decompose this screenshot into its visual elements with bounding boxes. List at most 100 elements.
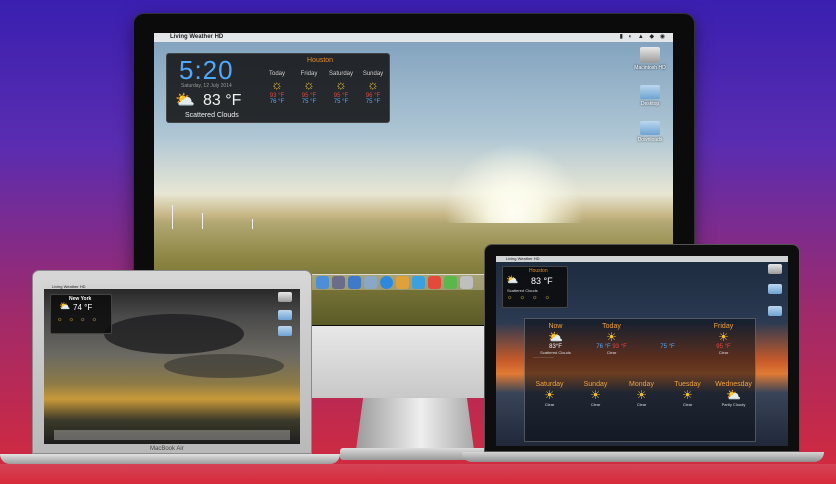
- system-preferences-icon[interactable]: [460, 276, 473, 289]
- wind-turbine: [202, 213, 203, 229]
- city-name[interactable]: Houston: [529, 268, 548, 274]
- menu-bar: Living Weather HD: [496, 256, 788, 262]
- cell-day-name: Tuesday: [674, 381, 701, 388]
- messages-icon[interactable]: [412, 276, 425, 289]
- hard-drive-icon[interactable]: [768, 264, 782, 274]
- current-temp: 74 °F: [73, 303, 93, 312]
- menubar-app-name[interactable]: Living Weather HD: [506, 256, 540, 261]
- cell-day-name: Monday: [629, 381, 654, 388]
- sun-icon: ☀: [636, 388, 647, 402]
- wind-turbine: [172, 205, 173, 229]
- folder-icon[interactable]: [640, 121, 660, 135]
- day-low: 75 °F: [333, 99, 349, 105]
- sun-icon: ☀: [718, 330, 729, 344]
- sun-icon: ☀: [606, 330, 617, 344]
- forecast-panel[interactable]: Now ⛅ 83°F Scattered Clouds ——————— Toda…: [524, 318, 756, 442]
- forecast-day: Today ☼ 93 °F 76 °F: [262, 71, 292, 105]
- forecast-day: Saturday ☼ 95 °F 75 °F: [326, 71, 356, 105]
- macbook-pro-base: [462, 452, 824, 462]
- menubar-app-name[interactable]: Living Weather HD: [170, 34, 223, 40]
- cell-details: ———————: [533, 355, 554, 359]
- current-condition: Scattered Clouds: [185, 112, 239, 119]
- macbook-air-base: [0, 454, 340, 464]
- forecast-cell[interactable]: Monday ☀ Clear: [619, 381, 664, 407]
- forecast-cell[interactable]: Today ☀ 76 °F 93 °F Clear: [589, 323, 634, 355]
- sun-icon: ☀: [682, 388, 693, 402]
- forecast-cell[interactable]: Sunday ☀ Clear: [573, 381, 618, 407]
- facetime-icon[interactable]: [444, 276, 457, 289]
- sun-icon: ☀: [544, 388, 555, 402]
- cell-condition: Clear: [682, 402, 693, 407]
- clock-time: 5:20: [179, 55, 234, 85]
- cell-day-name: Now: [548, 323, 563, 330]
- mission-control-icon[interactable]: [348, 276, 361, 289]
- forecast-cell[interactable]: Saturday ☀ Clear: [527, 381, 572, 407]
- hard-drive-icon[interactable]: [278, 292, 292, 302]
- cell-condition: Clear: [606, 350, 617, 355]
- partly-cloudy-icon: ⛅: [506, 275, 519, 286]
- forecast-day: Friday ☼ 95 °F 75 °F: [294, 71, 324, 105]
- weather-widget[interactable]: Houston ⛅ 83 °F Scattered Clouds ☼☼☼☼: [502, 266, 568, 308]
- partly-cloudy-icon: ⛅: [726, 388, 741, 402]
- cell-condition: Clear: [544, 402, 555, 407]
- folder-icon[interactable]: [278, 310, 292, 320]
- sun-icon: ☼: [271, 77, 283, 92]
- desktop-item-label: Downloads: [637, 137, 663, 143]
- macbook-air-dock: [54, 430, 290, 440]
- partly-cloudy-icon: ⛅: [59, 301, 71, 311]
- day-low: 75 °F: [365, 99, 381, 105]
- clock-date: Saturday, 12 July 2014: [181, 83, 232, 89]
- city-name[interactable]: New York: [69, 296, 91, 302]
- current-temp: 83 °F: [203, 92, 242, 109]
- partly-cloudy-icon: ⛅: [548, 330, 563, 344]
- imac-dock: [312, 274, 502, 290]
- cell-day-name: Today: [602, 323, 621, 330]
- forecast-cell[interactable]: Wednesday ⛅ Partly Cloudy: [711, 381, 756, 407]
- forecast-day: Sunday ☼ 96 °F 75 °F: [358, 71, 388, 105]
- day-low: 75 °F: [301, 99, 317, 105]
- forecast-cell[interactable]: Friday ☀ 95 °F Clear: [701, 323, 746, 355]
- imac-stand: [356, 398, 474, 450]
- calendar-icon[interactable]: [428, 276, 441, 289]
- storm-cloud: [104, 314, 244, 354]
- hard-drive-icon[interactable]: [640, 47, 660, 63]
- status-icons[interactable]: ▮ ◐ ▲ ◆ ◉: [620, 33, 667, 42]
- cell-condition: Clear: [636, 402, 647, 407]
- macbook-air-screen: Living Weather HD New York ⛅ 74 °F ☼☼☼☼: [44, 284, 300, 444]
- weather-widget[interactable]: New York ⛅ 74 °F ☼☼☼☼: [50, 294, 112, 334]
- forecast-cell[interactable]: 75 °F: [645, 323, 690, 350]
- floor-reflection: [0, 464, 836, 484]
- mail-icon[interactable]: [364, 276, 377, 289]
- menu-bar: Living Weather HD ▮ ◐ ▲ ◆ ◉: [154, 33, 673, 42]
- current-temp: 83 °F: [531, 276, 553, 286]
- forecast-icons: ☼☼☼☼: [507, 295, 557, 301]
- city-name[interactable]: Houston: [307, 57, 333, 64]
- cell-temp: 75 °F: [660, 344, 675, 350]
- cell-condition: Clear: [718, 350, 729, 355]
- cell-day-name: Sunday: [583, 381, 608, 388]
- cell-day-name: Friday: [713, 323, 734, 330]
- cell-condition: Partly Cloudy: [721, 402, 746, 407]
- photos-icon[interactable]: [396, 276, 409, 289]
- forecast-cell-now[interactable]: Now ⛅ 83°F Scattered Clouds ———————: [533, 323, 578, 359]
- folder-icon[interactable]: [640, 85, 660, 99]
- cell-day-name: [645, 323, 690, 330]
- folder-icon[interactable]: [768, 284, 782, 294]
- launchpad-icon[interactable]: [332, 276, 345, 289]
- menu-bar: Living Weather HD: [44, 284, 300, 289]
- folder-icon[interactable]: [278, 326, 292, 336]
- folder-icon[interactable]: [768, 306, 782, 316]
- weather-widget[interactable]: 5:20 Saturday, 12 July 2014 Houston ⛅ 83…: [166, 53, 390, 123]
- cell-day-name: Wednesday: [715, 381, 752, 388]
- safari-icon[interactable]: [380, 276, 393, 289]
- sun-icon: ☼: [367, 77, 379, 92]
- forecast-icons: ☼☼☼☼: [57, 317, 103, 323]
- cell-day-name: Saturday: [535, 381, 564, 388]
- menubar-app-name[interactable]: Living Weather HD: [52, 284, 86, 289]
- desktop-item-label: Desktop: [640, 101, 660, 107]
- sun-icon: ☀: [590, 388, 601, 402]
- desktop-item-label: Macintosh HD: [634, 65, 666, 71]
- forecast-cell[interactable]: Tuesday ☀ Clear: [665, 381, 710, 407]
- sun-icon: [645, 330, 690, 344]
- finder-icon[interactable]: [316, 276, 329, 289]
